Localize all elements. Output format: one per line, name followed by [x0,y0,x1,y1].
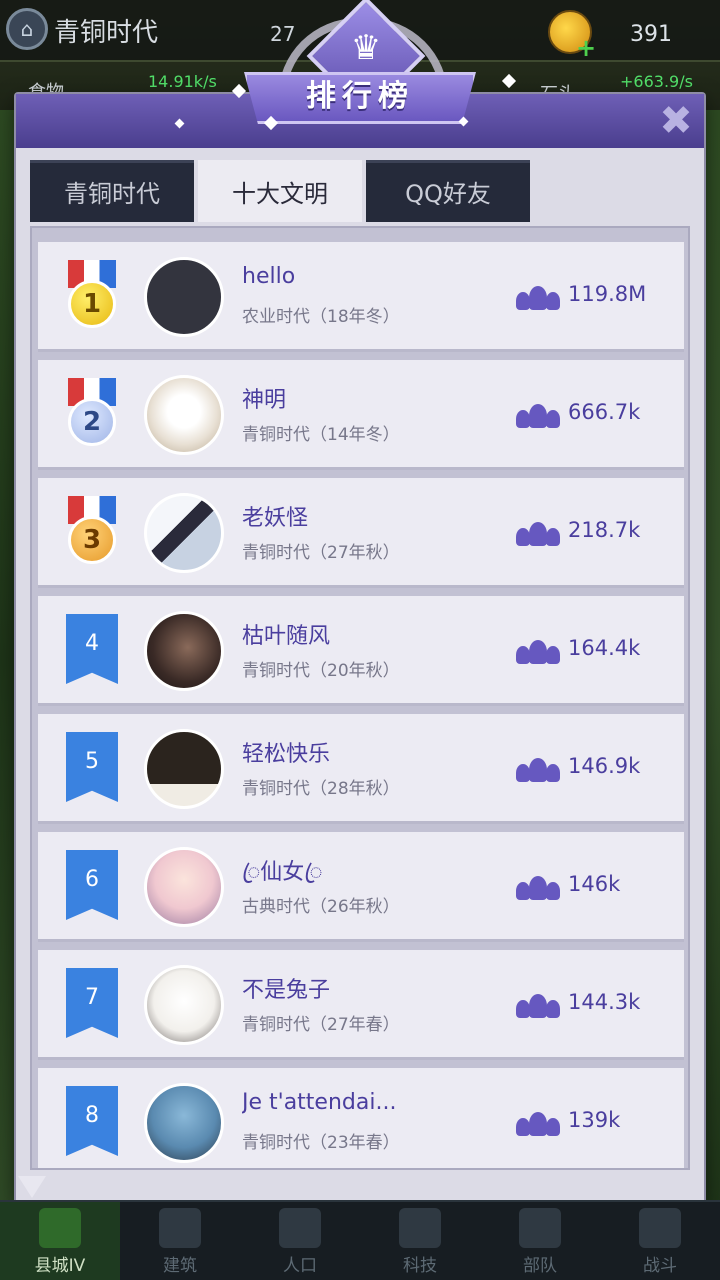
population-icon [516,284,560,310]
leaderboard-list[interactable]: 1 hello 农业时代（18年冬） 119.8M 2 神明 青铜时代（14年冬… [30,226,690,1170]
crossed-swords-icon [639,1208,681,1248]
population-value: 119.8M [568,282,647,306]
close-icon[interactable]: ✖ [656,101,696,142]
avatar[interactable] [144,729,224,809]
player-name: hello [242,264,296,289]
current-age-title: 青铜时代 [54,18,159,48]
avatar[interactable] [144,847,224,927]
house-icon [159,1208,201,1248]
soldier-icon [519,1208,561,1248]
rank-number: 5 [66,732,118,802]
leaderboard-row[interactable]: 5 轻松快乐 青铜时代（28年秋） 146.9k [38,714,684,824]
player-name: 老妖怪 [242,506,309,531]
avatar[interactable] [144,257,224,337]
population-icon [516,874,560,900]
population-icon [516,638,560,664]
leaderboard-row[interactable]: 8 Je t'attendai... 青铜时代（23年春） 139k [38,1068,684,1168]
modal-title: 排行榜 [306,79,414,114]
stone-rate: +663.9/s [620,72,693,91]
nav-population[interactable]: 人口 [240,1202,360,1280]
nav-troops[interactable]: 部队 [480,1202,600,1280]
leaderboard-row[interactable]: 6 ꦿ仙女ꦿ 古典时代（26年秋） 146k [38,832,684,942]
avatar[interactable] [144,611,224,691]
leaderboard-row[interactable]: 2 神明 青铜时代（14年冬） 666.7k [38,360,684,470]
castle-icon [39,1208,81,1248]
crown-icon: ♛ [350,28,382,68]
leaderboard-row[interactable]: 1 hello 农业时代（18年冬） 119.8M [38,242,684,352]
add-coin-icon[interactable]: + [576,34,596,62]
leaderboard-row[interactable]: 3 老妖怪 青铜时代（27年秋） 218.7k [38,478,684,588]
population-value: 666.7k [568,400,641,424]
player-era: 青铜时代（27年春） [242,1015,400,1035]
population-icon [516,992,560,1018]
population-icon [516,756,560,782]
bronze-medal-icon: 3 [68,496,116,566]
rank-number: 4 [66,614,118,684]
rank-number: 8 [66,1086,118,1156]
rank-number: 3 [68,516,116,564]
player-name: 轻松快乐 [242,742,331,767]
person-icon [279,1208,321,1248]
population-value: 146k [568,872,621,896]
gold-medal-icon: 1 [68,260,116,330]
player-name: Je t'attendai... [242,1090,397,1115]
nav-battle[interactable]: 战斗 [600,1202,720,1280]
leaderboard-row[interactable]: 4 枯叶随风 青铜时代（20年秋） 164.4k [38,596,684,706]
player-name: 不是兔子 [242,978,331,1003]
population-value: 139k [568,1108,621,1132]
player-era: 古典时代（26年秋） [242,897,400,917]
bottom-navigation: 县城IV 建筑 人口 科技 部队 战斗 [0,1200,720,1280]
rank-number: 1 [68,280,116,328]
tab-bronze-age[interactable]: 青铜时代 [30,160,194,222]
food-rate: 14.91k/s [148,72,217,91]
player-era: 农业时代（18年冬） [242,307,400,327]
avatar[interactable] [144,375,224,455]
rank-number: 7 [66,968,118,1038]
population-value: 164.4k [568,636,641,660]
tab-top-ten-civilizations[interactable]: 十大文明 [198,160,362,222]
population-value: 218.7k [568,518,641,542]
player-era: 青铜时代（23年春） [242,1133,400,1153]
coin-count: 391 [630,22,672,47]
player-era: 青铜时代（27年秋） [242,543,400,563]
population-value: 144.3k [568,990,641,1014]
nav-county-city[interactable]: 县城IV [0,1202,120,1280]
tab-qq-friends[interactable]: QQ好友 [366,160,530,222]
population-icon [516,402,560,428]
player-name: 枯叶随风 [242,624,331,649]
avatar[interactable] [144,493,224,573]
nav-technology[interactable]: 科技 [360,1202,480,1280]
player-era: 青铜时代（28年秋） [242,779,400,799]
population-icon [516,1110,560,1136]
book-icon [399,1208,441,1248]
avatar[interactable] [144,965,224,1045]
leaderboard-tabs: 青铜时代 十大文明 QQ好友 [30,160,530,222]
scroll-down-indicator-icon[interactable] [18,1176,46,1198]
rank-number: 6 [66,850,118,920]
leaderboard-row[interactable]: 7 不是兔子 青铜时代（27年春） 144.3k [38,950,684,1060]
avatar[interactable] [144,1083,224,1163]
population-counter: 27 [270,22,296,46]
player-era: 青铜时代（14年冬） [242,425,400,445]
player-name: 神明 [242,388,287,413]
population-icon [516,520,560,546]
population-value: 146.9k [568,754,641,778]
silver-medal-icon: 2 [68,378,116,448]
rank-number: 2 [68,398,116,446]
city-home-icon[interactable]: ⌂ [6,8,48,50]
player-era: 青铜时代（20年秋） [242,661,400,681]
nav-buildings[interactable]: 建筑 [120,1202,240,1280]
